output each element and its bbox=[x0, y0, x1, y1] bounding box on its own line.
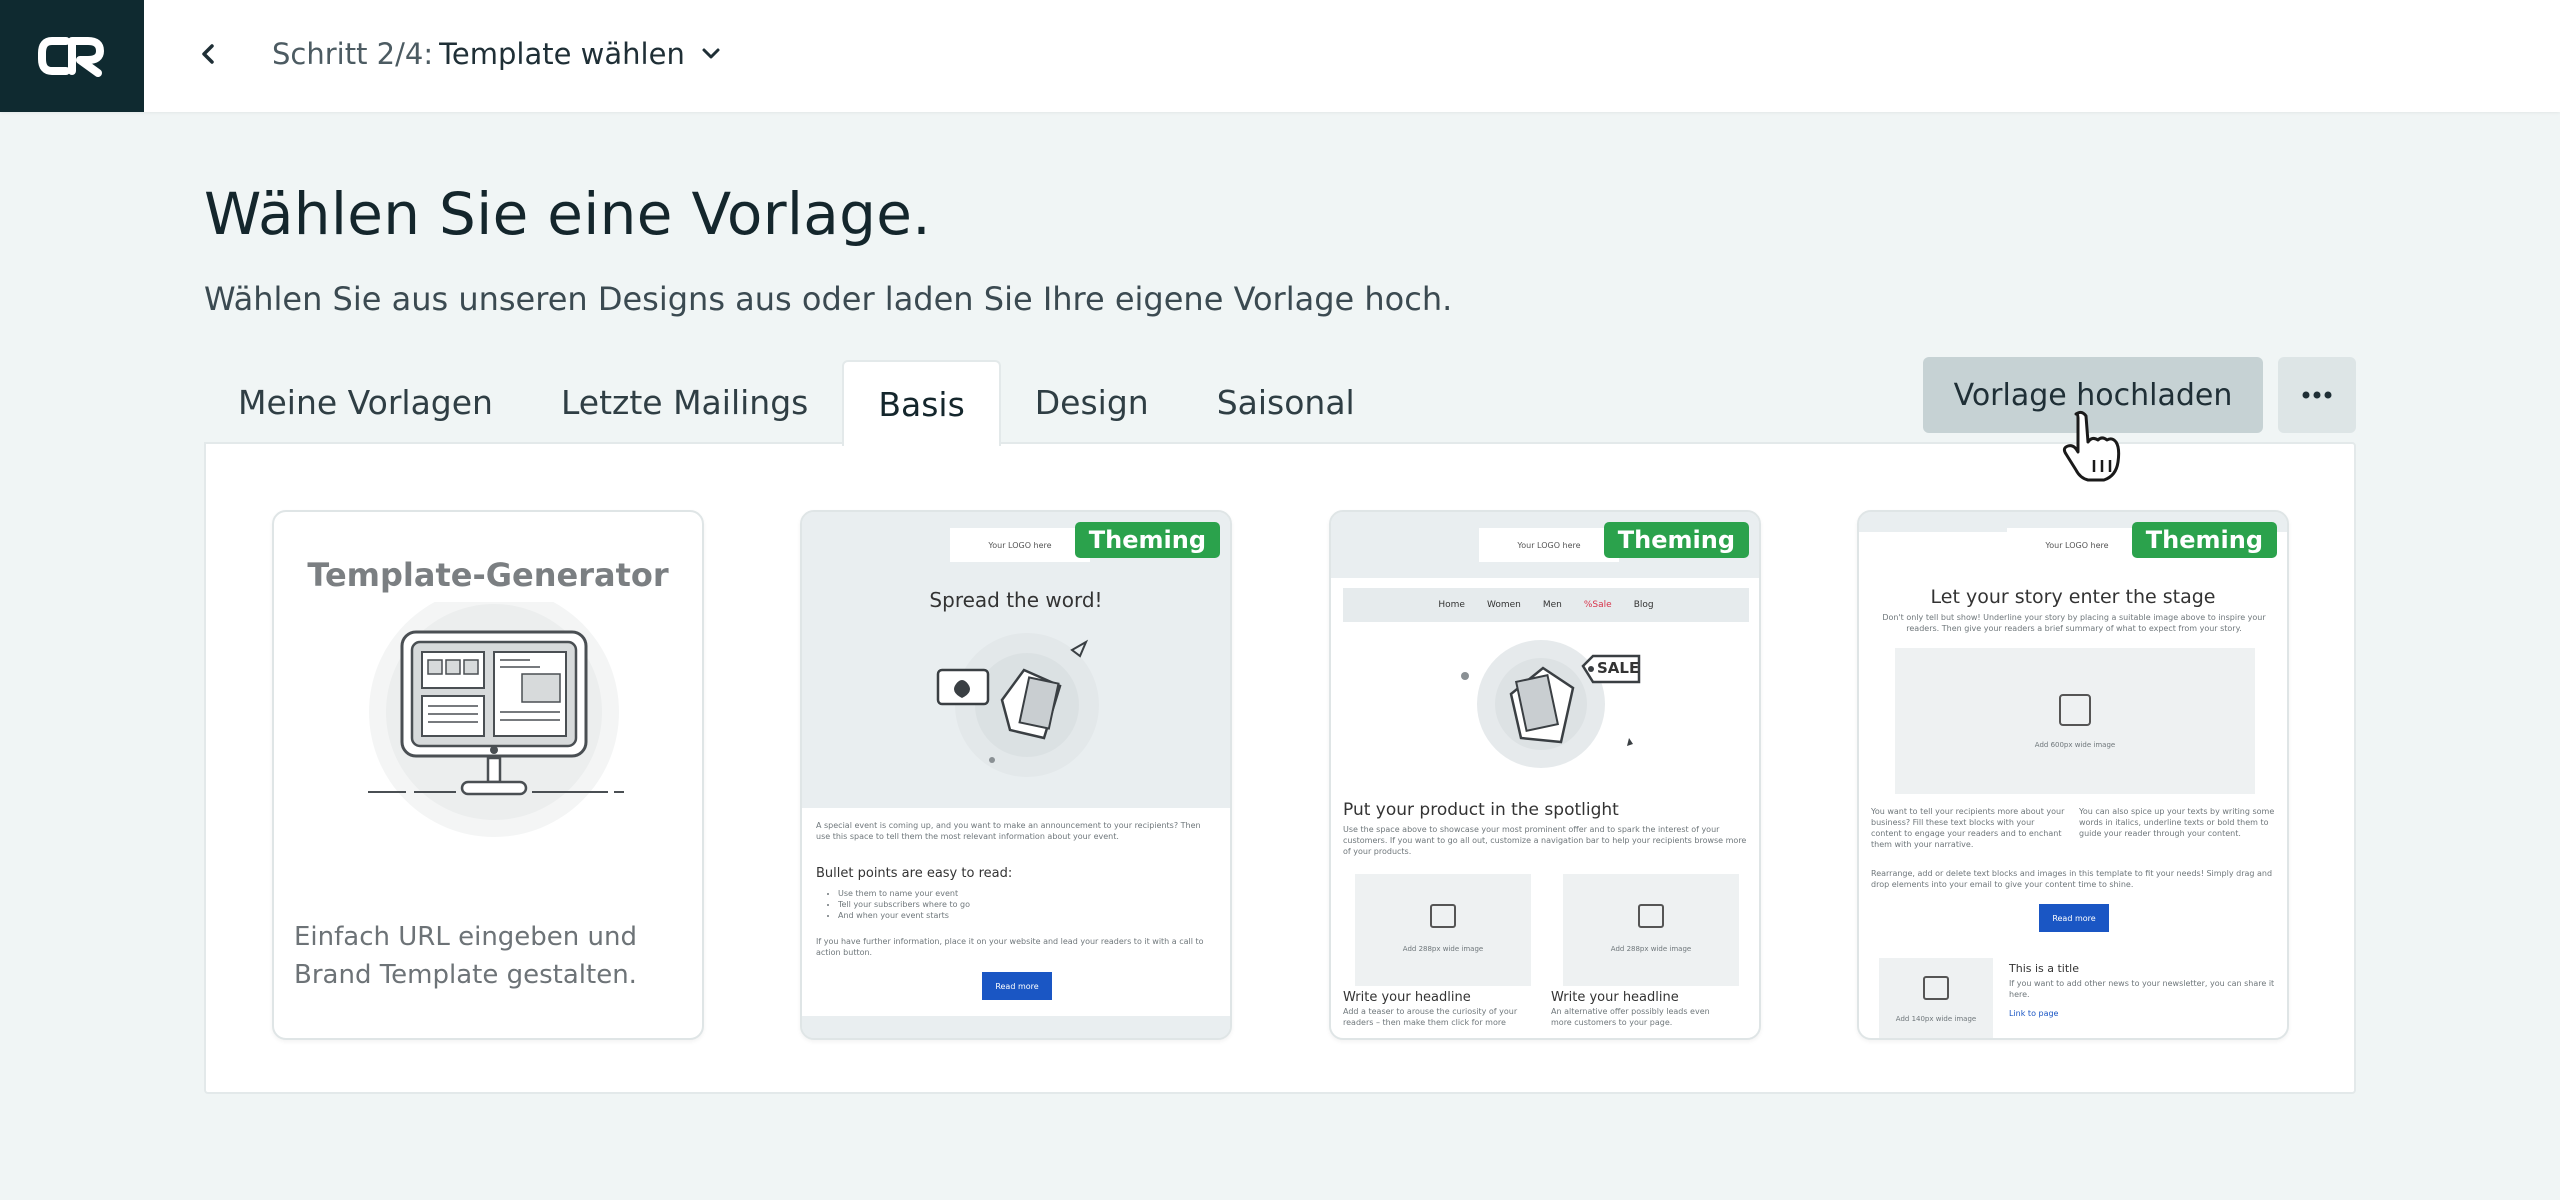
email-preview: Your LOGO here Home Women Men %Sale Blog… bbox=[1331, 512, 1759, 1038]
preview-small-image-placeholder: Add 140px wide image bbox=[1879, 958, 1993, 1038]
preview-col2-text: An alternative offer possibly leads even… bbox=[1551, 1007, 1710, 1027]
template-generator-card[interactable]: Template-Generator Einfach URL eingeben … bbox=[272, 510, 704, 1040]
template-card-spread-the-word[interactable]: Theming Your LOGO here Spread the word! … bbox=[800, 510, 1232, 1040]
envelope-heart-icon bbox=[936, 633, 1099, 777]
preview-intro: Don't only tell but show! Underline your… bbox=[1882, 613, 2266, 633]
generator-description: Einfach URL eingeben und Brand Template … bbox=[294, 922, 638, 990]
image-icon bbox=[1430, 904, 1456, 928]
step-title: Template wählen bbox=[439, 37, 685, 71]
page-subtitle: Wählen Sie aus unseren Designs aus oder … bbox=[204, 280, 1453, 318]
tab-meine-vorlagen[interactable]: Meine Vorlagen bbox=[204, 360, 527, 444]
preview-outro: If you have further information, place i… bbox=[816, 937, 1204, 957]
tab-letzte-mailings[interactable]: Letzte Mailings bbox=[527, 360, 842, 444]
preview-sale-tag: SALE bbox=[1597, 659, 1640, 677]
top-bar: Schritt 2/4: Template wählen bbox=[0, 0, 2560, 112]
preview-logo: Your LOGO here bbox=[950, 528, 1090, 562]
nav-item: Women bbox=[1486, 600, 1521, 610]
nav-item: Home bbox=[1438, 600, 1465, 610]
theming-badge: Theming bbox=[1603, 522, 1749, 558]
preview-image-placeholder: Add 288px wide image bbox=[1355, 874, 1531, 986]
generator-title: Template-Generator bbox=[307, 556, 669, 594]
monitor-icon bbox=[368, 602, 624, 837]
bullet-item: Tell your subscribers where to go bbox=[838, 899, 1198, 910]
preview-image-placeholder: Add 288px wide image bbox=[1563, 874, 1739, 986]
preview-col2-text: You can also spice up your texts by writ… bbox=[2079, 807, 2275, 838]
ellipsis-icon bbox=[2302, 391, 2332, 399]
preview-read-more-button: Read more bbox=[2039, 904, 2109, 932]
preview-navbar: Home Women Men %Sale Blog bbox=[1343, 588, 1749, 622]
template-card-product-spotlight[interactable]: Theming Your LOGO here Home Women Men %S… bbox=[1329, 510, 1761, 1040]
nav-item: Blog bbox=[1633, 600, 1654, 610]
theming-badge: Theming bbox=[2131, 522, 2277, 558]
preview-bullet-list: Use them to name your event Tell your su… bbox=[838, 888, 1198, 921]
preview-intro: A special event is coming up, and you wa… bbox=[816, 821, 1201, 841]
bullet-item: Use them to name your event bbox=[838, 888, 1198, 899]
preview-item-link: Link to page bbox=[2009, 1009, 2059, 1018]
bullet-item: And when your event starts bbox=[838, 910, 1198, 921]
preview-item-text: If you want to add other news to your ne… bbox=[2009, 979, 2275, 999]
image-label: Add 140px wide image bbox=[1895, 1015, 1977, 1023]
preview-image-placeholder: Add 600px wide image bbox=[1895, 648, 2255, 794]
preview-bullets-title: Bullet points are easy to read: bbox=[816, 866, 1013, 881]
party-popper-icon bbox=[2059, 694, 2091, 726]
template-card-story-stage[interactable]: Theming Your LOGO here Let your story en… bbox=[1857, 510, 2289, 1040]
email-preview: Your LOGO here Let your story enter the … bbox=[1859, 512, 2287, 1038]
hand-cursor-icon bbox=[2062, 410, 2121, 482]
tab-saisonal[interactable]: Saisonal bbox=[1183, 360, 1389, 444]
template-tabs: Meine Vorlagen Letzte Mailings Basis Des… bbox=[204, 360, 1389, 446]
preview-read-more-button: Read more bbox=[982, 972, 1052, 1000]
image-label: Add 288px wide image bbox=[1402, 945, 1484, 953]
preview-footer bbox=[802, 1016, 1230, 1038]
email-preview: Your LOGO here Spread the word! A specia… bbox=[802, 512, 1230, 1038]
preview-intro: Use the space above to showcase your mos… bbox=[1343, 825, 1747, 856]
preview-logo: Your LOGO here bbox=[1479, 528, 1619, 562]
preview-col2-title: Write your headline bbox=[1551, 990, 1679, 1005]
chevron-down-icon bbox=[701, 47, 721, 61]
tab-design[interactable]: Design bbox=[1001, 360, 1183, 444]
back-button[interactable] bbox=[188, 34, 228, 74]
preview-body bbox=[802, 808, 1230, 1038]
chevron-left-icon bbox=[202, 44, 214, 64]
step-selector[interactable]: Schritt 2/4: Template wählen bbox=[272, 30, 721, 78]
preview-col1-title: Write your headline bbox=[1343, 990, 1471, 1005]
preview-logo: Your LOGO here bbox=[2007, 528, 2147, 562]
more-options-button[interactable] bbox=[2278, 357, 2356, 433]
step-prefix: Schritt 2/4: bbox=[272, 37, 434, 71]
preview-item-title: This is a title bbox=[2009, 962, 2080, 975]
image-icon bbox=[1638, 904, 1664, 928]
nav-item-sale: %Sale bbox=[1583, 600, 1612, 610]
tab-basis[interactable]: Basis bbox=[842, 360, 1001, 446]
cleverreach-logo[interactable] bbox=[0, 0, 144, 112]
image-label: Add 288px wide image bbox=[1610, 945, 1692, 953]
nav-item: Men bbox=[1542, 600, 1562, 610]
image-icon bbox=[1923, 976, 1949, 1000]
preview-col1-text: Add a teaser to arouse the curiosity of … bbox=[1343, 1007, 1518, 1027]
image-label: Add 600px wide image bbox=[2034, 741, 2116, 749]
preview-paragraph: Rearrange, add or delete text blocks and… bbox=[1871, 869, 2273, 889]
preview-col1-text: You want to tell your recipients more ab… bbox=[1871, 807, 2065, 849]
page-title: Wählen Sie eine Vorlage. bbox=[204, 180, 931, 248]
template-panel: Template-Generator Einfach URL eingeben … bbox=[204, 442, 2356, 1094]
logo-icon bbox=[38, 37, 104, 77]
preview-headline: Put your product in the spotlight bbox=[1343, 800, 1619, 820]
preview-headline: Spread the word! bbox=[929, 588, 1103, 612]
preview-headline: Let your story enter the stage bbox=[1930, 586, 2216, 608]
theming-badge: Theming bbox=[1074, 522, 1220, 558]
